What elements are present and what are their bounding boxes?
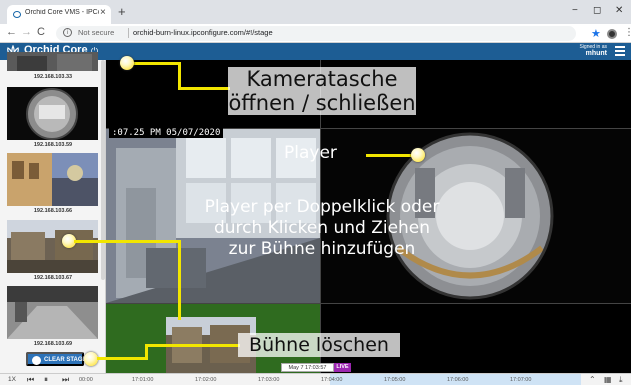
playback-speed[interactable]: 1X bbox=[8, 376, 16, 383]
callout-line bbox=[74, 240, 181, 243]
annotation-text: durch Klicken und Ziehen bbox=[213, 218, 431, 238]
info-icon[interactable]: i bbox=[63, 28, 72, 37]
timeline-tick: 17:01:00 bbox=[132, 377, 154, 383]
clear-stage-icon bbox=[32, 356, 41, 365]
timeline-tick: 17:04:00 bbox=[321, 377, 343, 383]
maximize-button[interactable]: ◻ bbox=[593, 5, 601, 16]
new-tab-button[interactable]: + bbox=[118, 5, 126, 18]
tab-close-button[interactable]: × bbox=[100, 7, 106, 18]
not-secure-label: Not secure bbox=[78, 28, 115, 37]
annotation-player: Player bbox=[284, 143, 337, 163]
username: mhunt bbox=[585, 50, 607, 57]
browser-tab-strip: Orchid Core VMS - IPConfigure × + − ◻ ✕ bbox=[0, 0, 631, 24]
star-icon[interactable]: ★ bbox=[591, 27, 601, 40]
chevron-up-icon[interactable]: ⌃ bbox=[589, 376, 596, 384]
download-icon[interactable]: ⤓ bbox=[619, 376, 623, 384]
favicon-icon bbox=[13, 11, 21, 18]
url-text: orchid-burn-linux.ipconfigure.com/#!/sta… bbox=[133, 28, 273, 37]
annotation-text: zur Bühne hinzufügen bbox=[228, 239, 416, 259]
annotation-text: Player per Doppelklick oder bbox=[204, 197, 440, 217]
calendar-icon[interactable]: ▦ bbox=[604, 376, 612, 384]
camera-thumbnail[interactable] bbox=[7, 52, 98, 71]
callout-line bbox=[178, 240, 181, 320]
tab-title: Orchid Core VMS - IPConfigure bbox=[25, 9, 99, 16]
callout-line bbox=[366, 154, 414, 157]
skip-forward-icon[interactable]: ⏭ bbox=[62, 376, 69, 384]
timeline-tick: 00:00 bbox=[79, 377, 93, 383]
url-field[interactable]: i Not secure orchid-burn-linux.ipconfigu… bbox=[56, 26, 576, 41]
timeline-cursor[interactable]: May 7 17:03:57 bbox=[281, 363, 334, 372]
camera-label: 192.168.103.59 bbox=[33, 142, 73, 148]
url-divider bbox=[128, 28, 129, 38]
timeline-tick: 17:07:00 bbox=[510, 377, 532, 383]
forward-button[interactable]: → bbox=[21, 26, 32, 38]
camera-bag-scrollbar[interactable] bbox=[101, 60, 105, 280]
timeline-tick: 17:05:00 bbox=[384, 377, 406, 383]
address-bar-row: ← → C i Not secure orchid-burn-linux.ipc… bbox=[0, 24, 631, 43]
annotation-camera-bag: Kameratasche öffnen / schließen bbox=[228, 67, 416, 115]
camera-thumbnail[interactable] bbox=[7, 153, 98, 206]
hamburger-icon[interactable] bbox=[615, 46, 625, 56]
pause-icon[interactable]: ⏸ bbox=[44, 376, 48, 384]
kebab-icon[interactable]: ⋮ bbox=[624, 27, 631, 38]
grid-divider bbox=[106, 303, 631, 304]
browser-tab[interactable]: Orchid Core VMS - IPConfigure × bbox=[7, 5, 111, 24]
callout-line bbox=[178, 87, 230, 90]
callout-line bbox=[128, 62, 181, 65]
signed-in-info: Signed in as mhunt bbox=[579, 44, 607, 58]
timeline-tick: 17:03:00 bbox=[258, 377, 280, 383]
annotation-text: Kameratasche bbox=[246, 67, 398, 91]
camera-thumbnail[interactable] bbox=[7, 220, 98, 273]
camera-thumbnail[interactable] bbox=[7, 286, 98, 339]
callout-line bbox=[97, 357, 148, 360]
minimize-button[interactable]: − bbox=[572, 5, 578, 16]
callout-marker bbox=[411, 148, 425, 162]
reload-button[interactable]: C bbox=[37, 26, 45, 38]
callout-line bbox=[145, 344, 240, 347]
annotation-text: öffnen / schließen bbox=[228, 91, 416, 115]
extension-icon[interactable] bbox=[607, 29, 617, 39]
annotation-add-player: Player per Doppelklick oder durch Klicke… bbox=[170, 197, 474, 260]
clear-stage-button[interactable]: CLEAR STAGE bbox=[26, 352, 87, 366]
timeline-tick: 17:06:00 bbox=[447, 377, 469, 383]
callout-marker bbox=[84, 352, 98, 366]
camera-bag: 192.168.103.33 192.168.103.59 192.168.10… bbox=[0, 52, 106, 373]
timeline[interactable]: 1X ⏮ ⏸ ⏭ 00:00 17:01:00 17:02:00 17:03:0… bbox=[0, 373, 631, 385]
camera-label: 192.168.103.33 bbox=[33, 74, 73, 80]
video-timestamp: :07.25 PM 05/07/2020 bbox=[109, 128, 224, 138]
skip-back-icon[interactable]: ⏮ bbox=[27, 376, 34, 384]
camera-thumbnail[interactable] bbox=[7, 87, 98, 140]
back-button[interactable]: ← bbox=[6, 26, 17, 38]
clear-stage-label: CLEAR STAGE bbox=[44, 357, 87, 363]
window-close-button[interactable]: ✕ bbox=[615, 5, 623, 16]
camera-label: 192.168.103.66 bbox=[33, 208, 73, 214]
live-badge[interactable]: LIVE bbox=[334, 363, 351, 372]
callout-line bbox=[178, 62, 181, 90]
callout-marker bbox=[120, 56, 134, 70]
camera-label: 192.168.103.67 bbox=[33, 275, 73, 281]
camera-label: 192.168.103.69 bbox=[33, 341, 73, 347]
annotation-clear-stage: Bühne löschen bbox=[238, 333, 400, 357]
timeline-tick: 17:02:00 bbox=[195, 377, 217, 383]
